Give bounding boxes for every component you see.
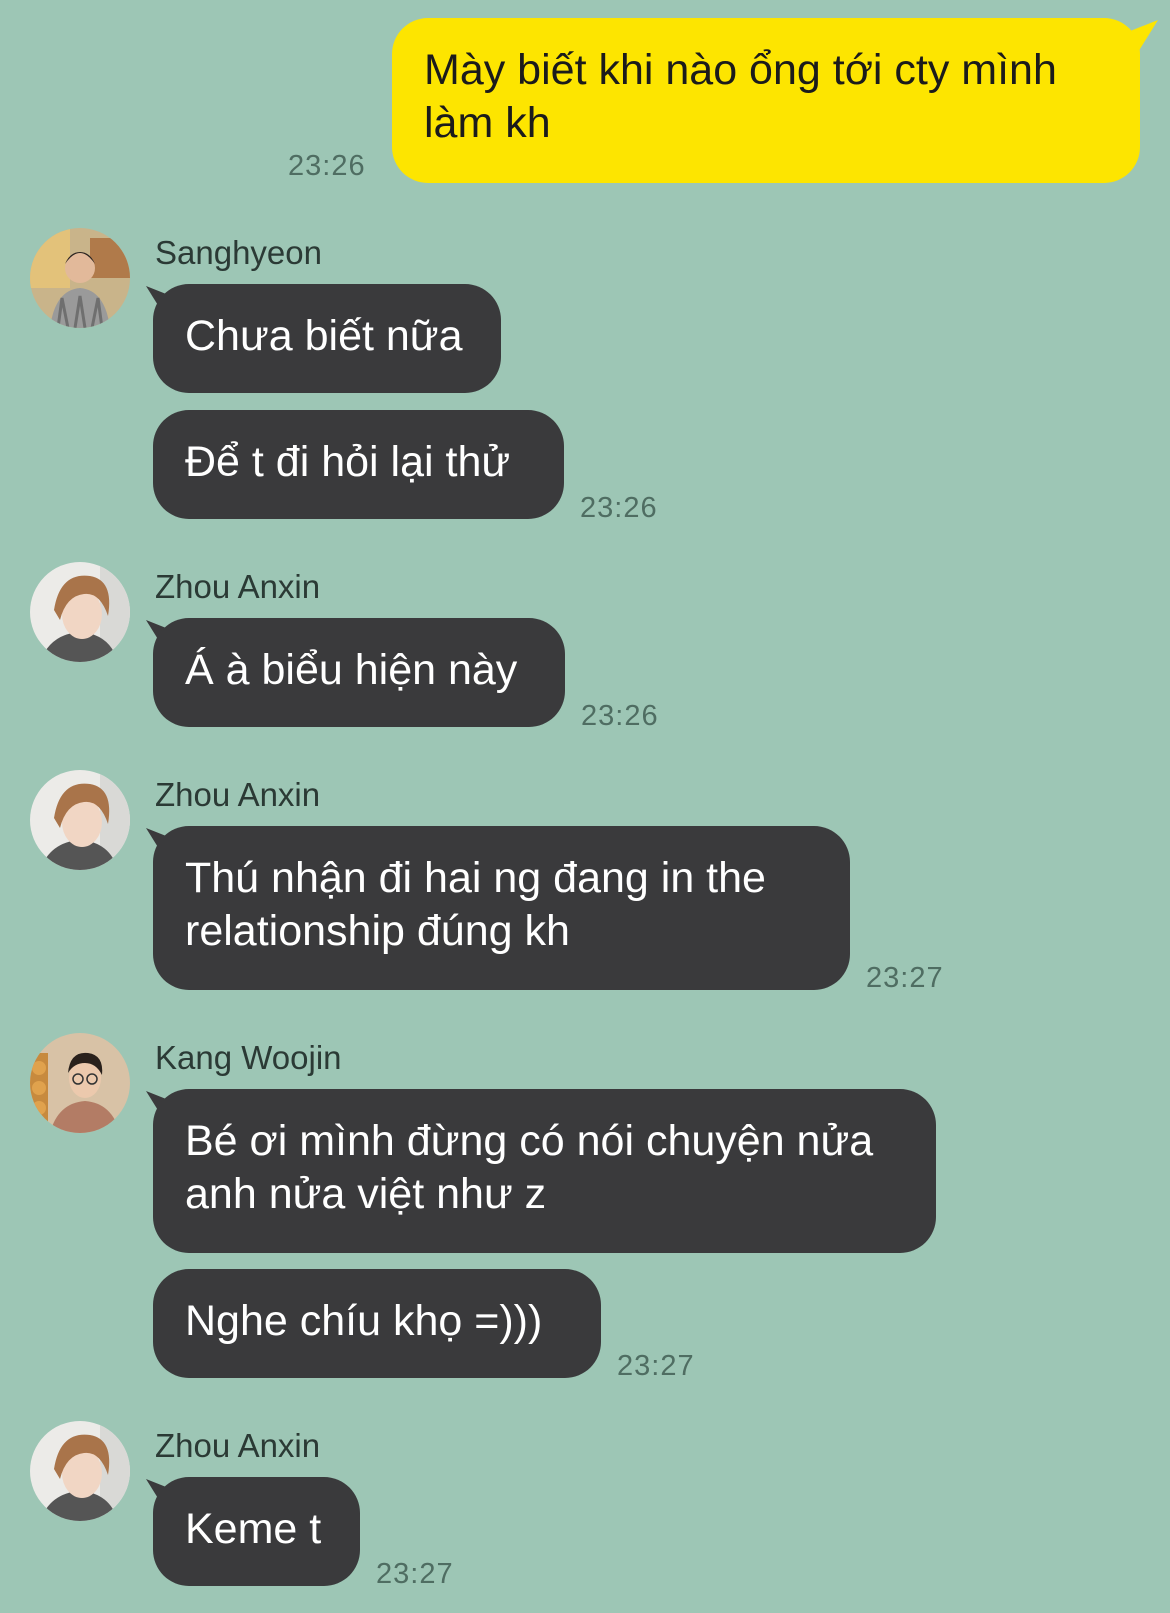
message-timestamp: 23:27	[376, 1558, 454, 1590]
message-timestamp: 23:26	[288, 150, 366, 182]
incoming-message-bubble[interactable]: Bé ơi mình đừng có nói chuyện nửa anh nử…	[153, 1089, 936, 1253]
message-timestamp: 23:27	[866, 962, 944, 994]
incoming-message-bubble[interactable]: Để t đi hỏi lại thử	[153, 410, 564, 519]
avatar-kang-woojin[interactable]	[30, 1033, 130, 1133]
avatar-zhou-anxin[interactable]	[30, 770, 130, 870]
incoming-message-bubble[interactable]: Keme t	[153, 1477, 360, 1586]
avatar-sanghyeon[interactable]	[30, 228, 130, 328]
outgoing-bubble-tail	[1124, 20, 1158, 50]
message-timestamp: 23:27	[617, 1350, 695, 1382]
sender-name: Zhou Anxin	[155, 568, 321, 605]
avatar-zhou-anxin[interactable]	[30, 562, 130, 662]
incoming-message-bubble[interactable]: Thú nhận đi hai ng đang in the relations…	[153, 826, 850, 990]
incoming-message-bubble[interactable]: Á à biểu hiện này	[153, 618, 565, 727]
sender-name: Kang Woojin	[155, 1039, 342, 1076]
sender-name: Zhou Anxin	[155, 776, 321, 813]
sender-name: Zhou Anxin	[155, 1427, 321, 1464]
outgoing-message-bubble[interactable]: Mày biết khi nào ổng tới cty mình làm kh	[392, 18, 1140, 183]
message-timestamp: 23:26	[580, 492, 658, 524]
message-timestamp: 23:26	[581, 700, 659, 732]
sender-name: Sanghyeon	[155, 234, 322, 271]
incoming-message-bubble[interactable]: Nghe chíu khọ =)))	[153, 1269, 601, 1378]
avatar-zhou-anxin[interactable]	[30, 1421, 130, 1521]
incoming-message-bubble[interactable]: Chưa biết nữa	[153, 284, 501, 393]
